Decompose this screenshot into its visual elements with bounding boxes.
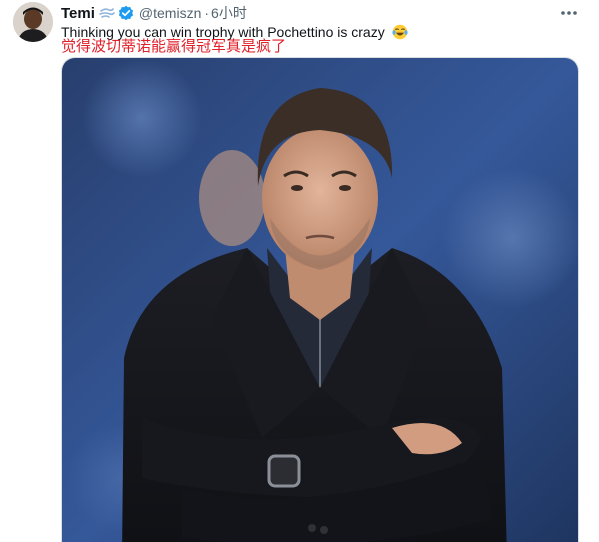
tweet-header: Temi @temiszn · 6小时 [61, 3, 247, 23]
tweet-time[interactable]: 6小时 [211, 3, 247, 23]
more-options-button[interactable] [559, 3, 579, 23]
coach-photo-image [62, 58, 578, 542]
avatar-image [13, 2, 53, 42]
more-dots-icon [561, 11, 577, 15]
user-handle[interactable]: @temiszn [139, 5, 201, 21]
tweet-photo[interactable] [61, 57, 579, 542]
laughing-emoji-icon [392, 24, 408, 40]
display-name[interactable]: Temi [61, 5, 95, 22]
user-avatar[interactable] [13, 2, 53, 42]
tweet: Temi @temiszn · 6小时 Thinking you can win… [0, 0, 599, 542]
dash-emoji-icon [99, 5, 115, 21]
separator-dot: · [204, 5, 210, 21]
verified-badge-icon [118, 5, 134, 21]
translation-text: 觉得波切蒂诺能赢得冠军真是疯了 [61, 38, 287, 55]
